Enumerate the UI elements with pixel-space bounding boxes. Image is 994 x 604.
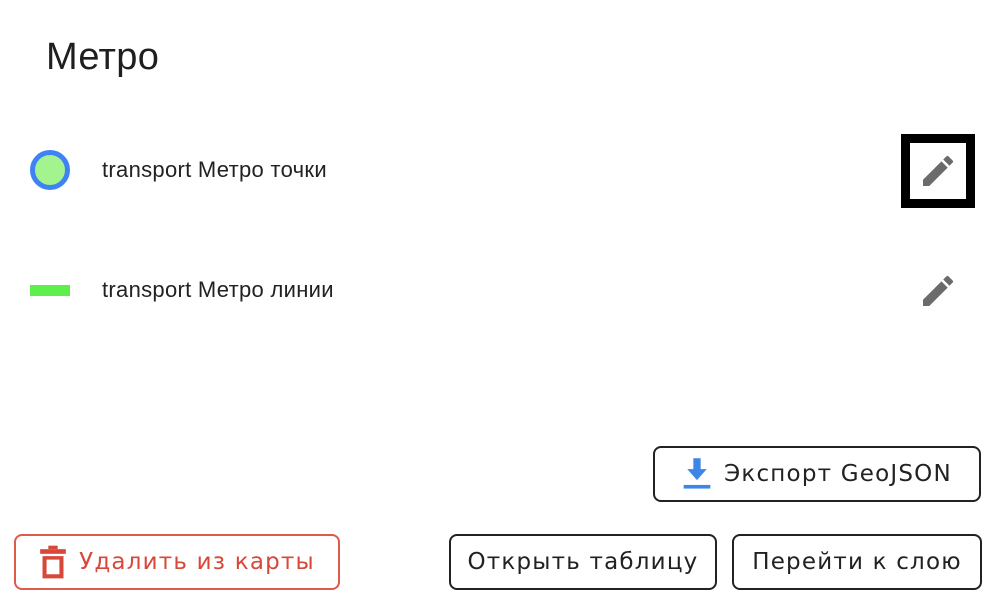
edit-layer-button[interactable] xyxy=(901,134,975,208)
goto-layer-label: Перейти к слою xyxy=(752,549,962,575)
edit-layer-button[interactable] xyxy=(901,254,975,328)
line-legend-icon xyxy=(30,285,70,296)
layer-name: transport Метро точки xyxy=(102,157,327,182)
panel-title: Метро xyxy=(46,36,160,78)
layer-panel: Метро transport Метро точки transport Ме… xyxy=(0,0,994,604)
open-table-button[interactable]: Открыть таблицу xyxy=(449,534,717,590)
layer-name: transport Метро линии xyxy=(102,277,334,302)
download-icon xyxy=(683,458,711,489)
export-button-label: Экспорт GeoJSON xyxy=(724,461,952,487)
pencil-icon xyxy=(923,275,954,306)
layer-row-lines: transport Метро линии xyxy=(0,260,994,320)
goto-layer-button[interactable]: Перейти к слою xyxy=(732,534,982,590)
trash-icon xyxy=(40,545,66,579)
export-geojson-button[interactable]: Экспорт GeoJSON xyxy=(653,446,981,502)
point-legend-icon xyxy=(30,150,70,190)
delete-from-map-button[interactable]: Удалить из карты xyxy=(14,534,340,590)
pencil-icon xyxy=(923,155,954,186)
layer-row-points: transport Метро точки xyxy=(0,134,994,208)
open-table-label: Открыть таблицу xyxy=(467,549,699,575)
delete-button-label: Удалить из карты xyxy=(79,549,315,575)
